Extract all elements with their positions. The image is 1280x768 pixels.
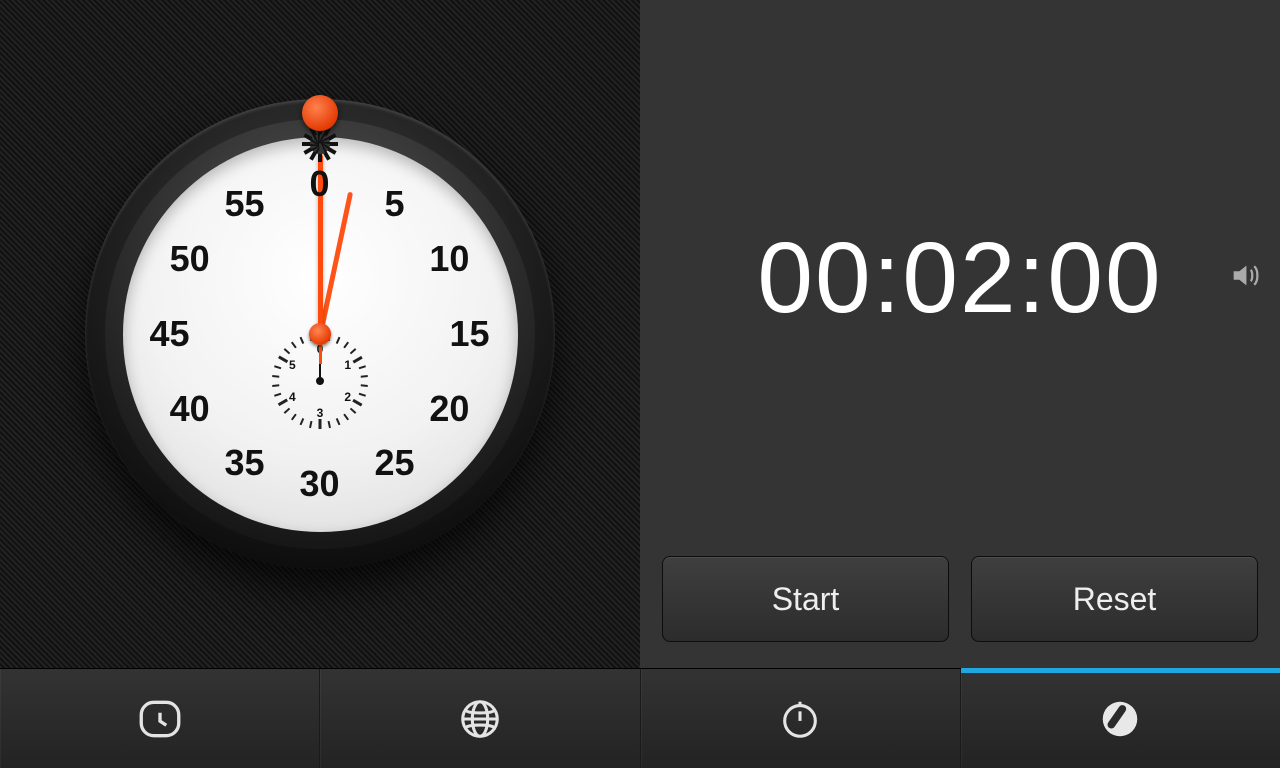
tab-stopwatch[interactable]	[641, 669, 961, 768]
speaker-icon	[1228, 259, 1262, 293]
subdial-number: 4	[289, 390, 296, 404]
dial-knob-icon	[302, 95, 338, 131]
dial-number: 0	[309, 163, 329, 205]
dial-center-pin	[309, 323, 331, 345]
dial-number: 25	[374, 442, 414, 484]
dial-number: 50	[170, 238, 210, 280]
timer-display[interactable]: 00:02:00	[757, 221, 1162, 336]
dial-number: 20	[429, 388, 469, 430]
dial-number: 5	[384, 183, 404, 225]
dial-number: 15	[449, 313, 489, 355]
dial-number: 40	[170, 388, 210, 430]
tab-bar	[0, 668, 1280, 768]
tab-timer[interactable]	[961, 669, 1280, 768]
globe-icon	[457, 696, 503, 742]
subdial-number: 3	[317, 406, 324, 420]
tab-alarm[interactable]	[0, 669, 320, 768]
reset-button[interactable]: Reset	[971, 556, 1258, 642]
stopwatch-icon	[777, 696, 823, 742]
minute-hand	[318, 192, 353, 335]
timer-panel: 00:02:00 Start Reset	[640, 0, 1280, 668]
dial-number: 45	[149, 313, 189, 355]
dial-number: 55	[224, 183, 264, 225]
tab-worldclock[interactable]	[320, 669, 640, 768]
start-button[interactable]: Start	[662, 556, 949, 642]
stopwatch-dial[interactable]: 012345 0510152025303540455055	[85, 99, 555, 569]
timer-icon	[1097, 696, 1143, 742]
dial-number: 10	[429, 238, 469, 280]
dial-panel: 012345 0510152025303540455055	[0, 0, 640, 668]
subdial-number: 2	[344, 390, 351, 404]
subdial-number: 5	[289, 358, 296, 372]
alarm-clock-icon	[135, 694, 185, 744]
sound-toggle-button[interactable]	[1228, 259, 1262, 298]
dial-number: 30	[299, 463, 339, 505]
subdial-number: 1	[344, 358, 351, 372]
dial-number: 35	[224, 442, 264, 484]
